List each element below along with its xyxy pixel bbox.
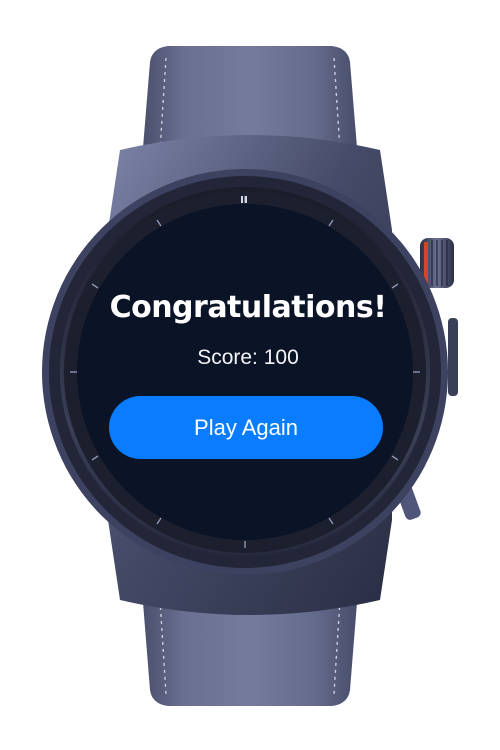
watch-screen: Congratulations! Score: 100 Play Again — [82, 200, 414, 550]
smartwatch-app-screen: Congratulations! Score: 100 Play Again — [0, 0, 500, 750]
play-again-button[interactable]: Play Again — [109, 396, 383, 459]
congratulations-title: Congratulations! — [109, 290, 387, 325]
score-label: Score: 100 — [197, 346, 299, 369]
